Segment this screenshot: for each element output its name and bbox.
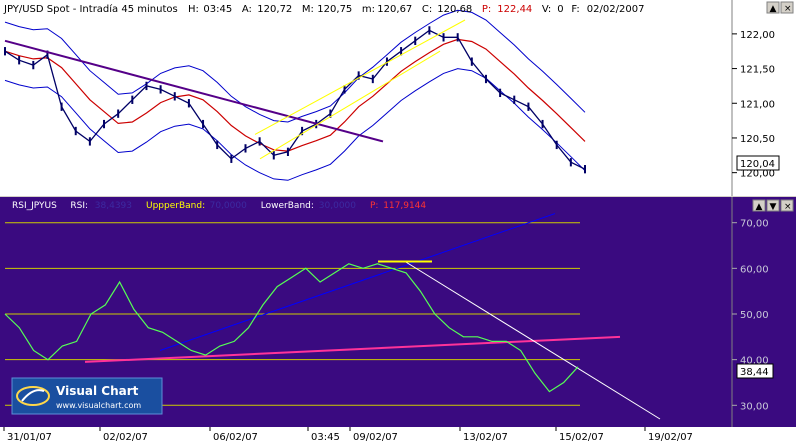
quote-field-value: 120,67 bbox=[377, 4, 412, 15]
logo-brand: Visual Chart bbox=[56, 384, 139, 398]
rsi-header-value: 117,9144 bbox=[383, 201, 426, 211]
date-label: 06/02/07 bbox=[213, 432, 258, 443]
svg-text:×: × bbox=[784, 202, 792, 212]
quote-field-value: 122,44 bbox=[497, 4, 532, 15]
visual-chart-logo: Visual Chart www.visualchart.com bbox=[11, 377, 163, 415]
rsi-header-value: 70,0000 bbox=[210, 201, 247, 211]
rsi-header-value: 38,4393 bbox=[95, 201, 132, 211]
date-label: 31/01/07 bbox=[7, 432, 52, 443]
scroll-up-button[interactable]: ▲ bbox=[766, 1, 780, 14]
date-label: 09/02/07 bbox=[353, 432, 398, 443]
date-label: 13/02/07 bbox=[463, 432, 508, 443]
rsi-header-value: 30,0000 bbox=[319, 201, 356, 211]
quote-field-value: 02/02/2007 bbox=[587, 4, 645, 15]
quote-field-label: V: bbox=[542, 4, 551, 15]
last-rsi-marker: 38,44 bbox=[736, 363, 774, 379]
last-price-marker: 120,04 bbox=[736, 155, 780, 171]
quote-field-value: 0 bbox=[557, 4, 563, 15]
rsi-tick-label: 30,00 bbox=[740, 401, 769, 412]
rsi-down-button[interactable]: ▼ bbox=[766, 199, 780, 212]
rsi-tick-label: 70,00 bbox=[740, 219, 769, 230]
quote-field-value: 120,68 bbox=[437, 4, 472, 15]
logo-url: www.visualchart.com bbox=[56, 401, 141, 410]
chart-title: JPY/USD Spot - Intradía 45 minutos bbox=[3, 3, 178, 15]
rsi-panel[interactable]: 70,0060,0050,0040,0030,00 RSI_JPYUS RSI: 3… bbox=[0, 197, 796, 427]
quote-field-label: P: bbox=[482, 4, 491, 15]
quote-field-label: A: bbox=[242, 4, 252, 15]
rsi-header-label: P: bbox=[370, 201, 378, 211]
svg-text:×: × bbox=[784, 4, 792, 14]
rsi-up-button[interactable]: ▲ bbox=[752, 199, 766, 212]
rsi-name: RSI_JPYUS bbox=[12, 201, 57, 211]
svg-text:▼: ▼ bbox=[770, 202, 777, 212]
date-label: 19/02/07 bbox=[648, 432, 693, 443]
svg-text:▲: ▲ bbox=[770, 4, 777, 14]
rsi-header-label: RSI: bbox=[70, 201, 88, 211]
quote-field-label: F: bbox=[571, 4, 579, 15]
price-chart-panel[interactable]: 122,00121,50121,00120,50120,00 JPY/USD S… bbox=[0, 0, 796, 196]
quote-field-value: 03:45 bbox=[203, 4, 232, 15]
quote-field-value: 120,75 bbox=[317, 4, 352, 15]
rsi-tick-label: 50,00 bbox=[740, 310, 769, 321]
quote-field-label: C: bbox=[422, 4, 432, 15]
close-button[interactable]: × bbox=[780, 1, 794, 14]
last-price-label: 120,04 bbox=[740, 159, 775, 170]
svg-text:▲: ▲ bbox=[756, 202, 763, 212]
price-tick-label: 121,50 bbox=[740, 65, 775, 76]
date-axis: 31/01/07 02/02/07 06/02/07 03:45 09/02/07 13/… bbox=[0, 427, 796, 445]
quote-field-label: M: bbox=[302, 4, 314, 15]
price-tick-label: 120,50 bbox=[740, 134, 775, 145]
price-tick-label: 121,00 bbox=[740, 99, 775, 110]
date-label: 15/02/07 bbox=[559, 432, 604, 443]
quote-field-value: 120,72 bbox=[257, 4, 292, 15]
rsi-header-label: UppperBand: bbox=[146, 201, 205, 211]
rsi-close-button[interactable]: × bbox=[780, 199, 794, 212]
price-tick-label: 122,00 bbox=[740, 30, 775, 41]
price-plot-area bbox=[0, 0, 732, 196]
chart-window: 122,00 121,50 121,00 120,50 120,00 JPY/USD S… bbox=[0, 0, 796, 445]
quote-field-label: m: bbox=[362, 4, 375, 15]
date-label: 02/02/07 bbox=[103, 432, 148, 443]
rsi-tick-label: 60,00 bbox=[740, 264, 769, 275]
quote-field-label: H: bbox=[188, 4, 199, 15]
rsi-header-label: LowerBand: bbox=[261, 201, 314, 211]
date-label: 03:45 bbox=[311, 432, 340, 443]
last-rsi-label: 38,44 bbox=[740, 367, 769, 378]
